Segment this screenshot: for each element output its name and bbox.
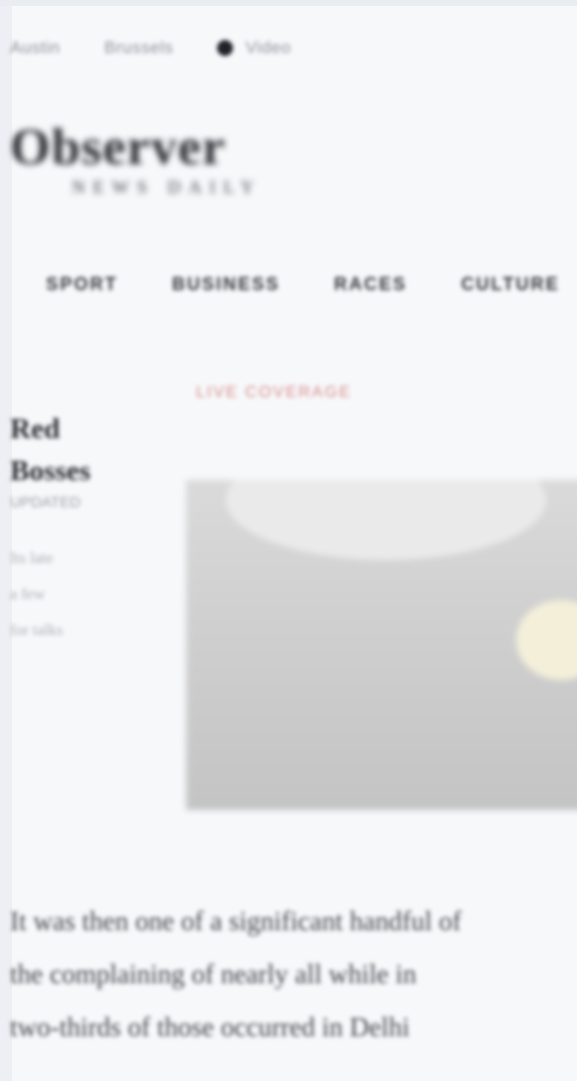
feature-kicker: LIVE COVERAGE	[196, 384, 352, 401]
section-nav: SPORT BUSINESS RACES CULTURE	[46, 274, 560, 295]
masthead-subtitle: NEWS DAILY	[72, 177, 262, 197]
article-line: two-thirds of those occurred in Delhi	[10, 1012, 410, 1042]
teaser-story[interactable]: Red Bosses UPDATED Its late a few for ta…	[10, 408, 135, 649]
play-icon	[217, 40, 234, 56]
masthead-logo[interactable]: Observer NEWS DAILY	[10, 122, 340, 202]
utility-link-video-label: Video	[245, 38, 292, 57]
teaser-snippet-line: Its late	[10, 550, 54, 567]
teaser-snippet-line: a few	[10, 586, 46, 603]
teaser-snippet: Its late a few for talks	[10, 541, 135, 649]
teaser-byline: UPDATED	[10, 494, 81, 511]
feature-image[interactable]	[186, 480, 577, 810]
utility-nav: Austin Brussels Video	[10, 38, 291, 58]
masthead-title: Observer	[10, 119, 226, 176]
feature-story[interactable]: LIVE COVERAGE	[186, 370, 577, 820]
article-line: the complaining of nearly all while in	[10, 959, 417, 989]
utility-link-austin[interactable]: Austin	[10, 38, 60, 58]
teaser-headline[interactable]: Red Bosses	[10, 408, 135, 492]
utility-link-video[interactable]: Video	[217, 38, 291, 58]
section-link-culture[interactable]: CULTURE	[461, 274, 560, 295]
utility-link-brussels[interactable]: Brussels	[104, 38, 173, 58]
top-border	[0, 0, 577, 6]
article-line: It was then one of a significant handful…	[10, 906, 462, 936]
article-body: It was then one of a significant handful…	[10, 895, 577, 1054]
teaser-snippet-line: for talks	[10, 622, 63, 639]
section-link-races[interactable]: RACES	[334, 274, 407, 295]
image-mountain-shape	[226, 480, 546, 560]
section-link-business[interactable]: BUSINESS	[172, 274, 280, 295]
image-light-shape	[516, 600, 577, 680]
section-link-sport[interactable]: SPORT	[46, 274, 118, 295]
